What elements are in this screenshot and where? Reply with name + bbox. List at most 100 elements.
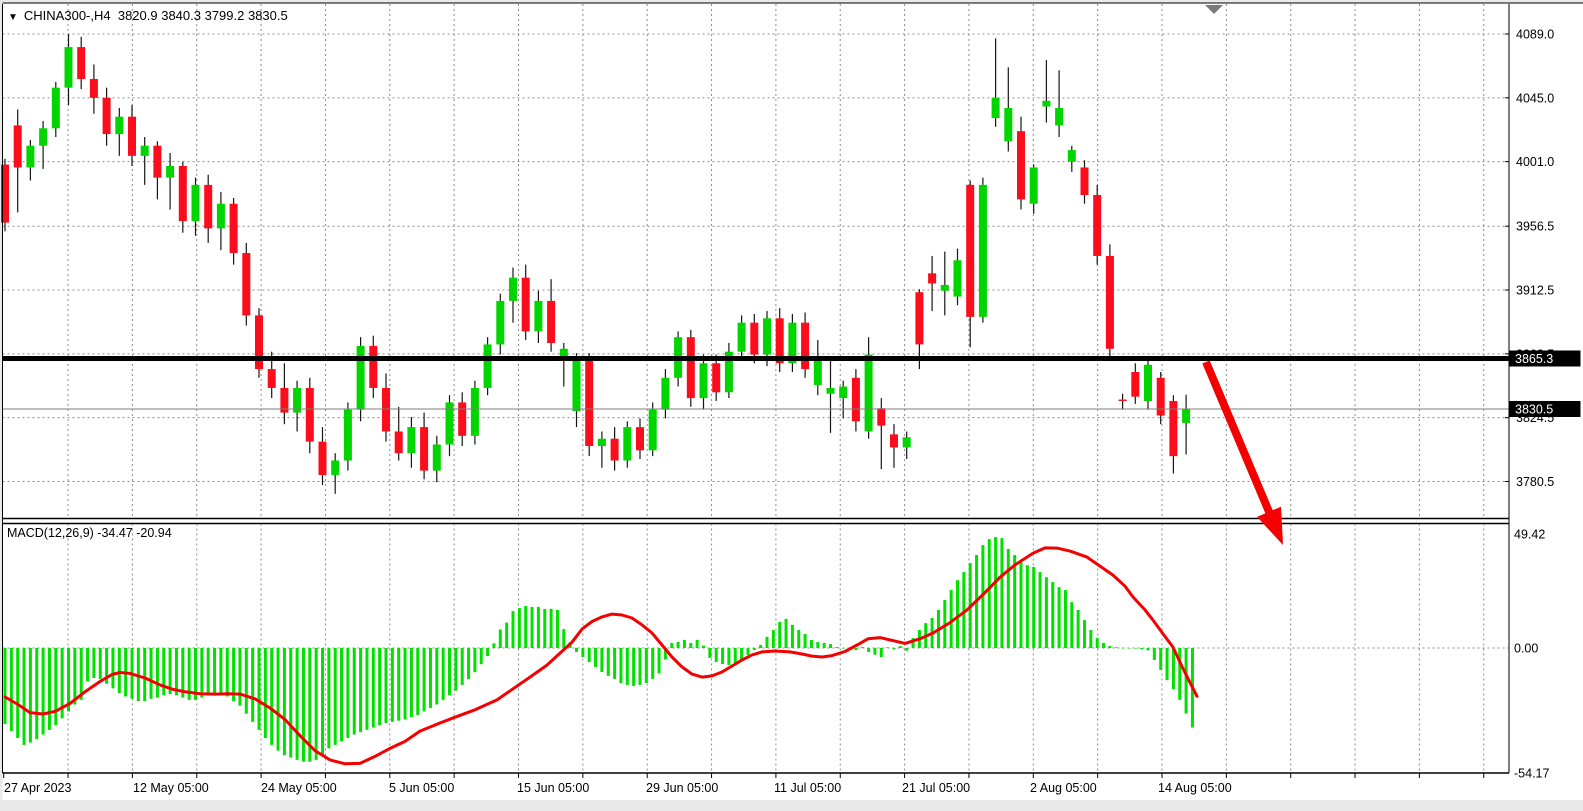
candle-bull [1030, 167, 1038, 203]
candle-bull [217, 204, 225, 229]
macd-histogram-bar [613, 648, 616, 679]
candle-bear [687, 337, 695, 398]
macd-histogram-bar [772, 630, 775, 648]
candle-bear [306, 388, 314, 442]
time-axis-label[interactable]: 12 May 05:00 [133, 781, 209, 795]
candle-bull [344, 410, 352, 461]
candle-bull [941, 285, 949, 291]
macd-indicator-label: MACD(12,26,9) -34.47 -20.94 [7, 526, 172, 540]
macd-histogram-bar [1000, 538, 1003, 648]
macd-histogram-bar [785, 619, 788, 648]
macd-histogram-bar [423, 648, 426, 711]
candle-bull [331, 460, 339, 475]
macd-histogram-bar [632, 648, 635, 686]
candle-bull [357, 346, 365, 410]
macd-histogram-bar [23, 648, 26, 745]
macd-histogram-bar [518, 608, 521, 648]
time-axis-label[interactable]: 29 Jun 05:00 [646, 781, 718, 795]
macd-histogram-bar [410, 648, 413, 717]
macd-histogram-bar [854, 648, 857, 650]
macd-histogram-bar [175, 648, 178, 695]
candle-bull [26, 146, 34, 168]
macd-histogram-bar [1153, 648, 1156, 660]
time-axis-label[interactable]: 5 Jun 05:00 [389, 781, 454, 795]
macd-histogram-bar [531, 607, 534, 648]
time-axis-label[interactable]: 21 Jul 05:00 [902, 781, 970, 795]
price-axis-label: 4001.0 [1516, 155, 1554, 169]
macd-histogram-bar [715, 648, 718, 662]
candle-bear [1131, 372, 1139, 397]
macd-histogram-bar [473, 648, 476, 672]
price-axis-label: 4045.0 [1516, 91, 1554, 105]
time-axis-label[interactable]: 14 Aug 05:00 [1158, 781, 1232, 795]
macd-histogram-bar [1147, 648, 1150, 650]
macd-histogram-bar [1115, 647, 1118, 648]
macd-histogram-bar [696, 640, 699, 648]
time-axis-label[interactable]: 24 May 05:00 [261, 781, 337, 795]
macd-histogram-bar [404, 648, 407, 720]
macd-histogram-bar [588, 648, 591, 662]
candle-bull [1144, 365, 1152, 401]
macd-histogram-bar [708, 648, 711, 658]
macd-histogram-bar [1185, 648, 1188, 714]
macd-histogram-bar [4, 648, 7, 724]
macd-histogram-bar [797, 630, 800, 648]
macd-histogram-bar [111, 648, 114, 688]
candle-bull [496, 301, 504, 345]
candle-bear [77, 47, 85, 79]
candle-bull [509, 278, 517, 301]
chart-title[interactable]: ▼CHINA300-,H4 3820.9 3840.3 3799.2 3830.… [8, 8, 288, 23]
candle-bear [204, 185, 212, 229]
macd-histogram-bar [505, 623, 508, 648]
candle-bull [839, 386, 847, 398]
macd-histogram-bar [448, 648, 451, 695]
time-axis-label[interactable]: 11 Jul 05:00 [774, 781, 841, 795]
candle-bear [103, 98, 111, 134]
macd-axis-label: 49.42 [1514, 527, 1545, 541]
candle-bull [979, 185, 987, 317]
macd-histogram-bar [956, 580, 959, 648]
macd-histogram-bar [156, 648, 159, 698]
macd-histogram-bar [512, 611, 515, 648]
candle-bear [1157, 378, 1165, 416]
candle-bull [484, 344, 492, 388]
macd-histogram-bar [99, 648, 102, 679]
candle-bear [90, 79, 98, 98]
macd-histogram-bar [753, 648, 756, 650]
macd-histogram-bar [283, 648, 286, 755]
time-axis-label[interactable]: 27 Apr 2023 [4, 781, 71, 795]
macd-histogram-bar [645, 648, 648, 683]
macd-histogram-bar [486, 648, 489, 656]
candle-bull [649, 410, 657, 451]
macd-histogram-bar [899, 646, 902, 648]
macd-histogram-bar [321, 648, 324, 755]
macd-histogram-bar [988, 539, 991, 648]
candle-bear [1106, 256, 1114, 349]
time-axis-label[interactable]: 2 Aug 05:00 [1030, 781, 1097, 795]
candle-bear [230, 204, 238, 253]
macd-histogram-bar [454, 648, 457, 691]
macd-histogram-bar [804, 634, 807, 648]
candle-bull [1042, 101, 1050, 107]
macd-histogram-bar [353, 648, 356, 735]
macd-histogram-bar [1051, 582, 1054, 648]
macd-histogram-bar [499, 630, 502, 648]
macd-histogram-bar [258, 648, 261, 730]
macd-histogram-bar [54, 648, 57, 725]
macd-histogram-bar [677, 642, 680, 648]
window-bottom-strip [0, 801, 1583, 811]
candle-bear [128, 117, 136, 156]
candle-bear [1119, 400, 1127, 401]
macd-histogram-bar [289, 648, 292, 758]
candle-bull [192, 185, 200, 221]
macd-histogram-bar [950, 590, 953, 648]
macd-histogram-bar [1020, 560, 1023, 648]
candle-bull [407, 427, 415, 453]
candle-bull [141, 146, 149, 156]
chart-canvas[interactable]: 4089.04045.04001.03956.53912.53868.53824… [0, 0, 1583, 811]
macd-histogram-bar [766, 637, 769, 648]
chart-dropdown-icon[interactable]: ▼ [8, 12, 18, 23]
macd-histogram-bar [442, 648, 445, 700]
time-axis-label[interactable]: 15 Jun 05:00 [517, 781, 589, 795]
candle-bull [39, 128, 47, 145]
